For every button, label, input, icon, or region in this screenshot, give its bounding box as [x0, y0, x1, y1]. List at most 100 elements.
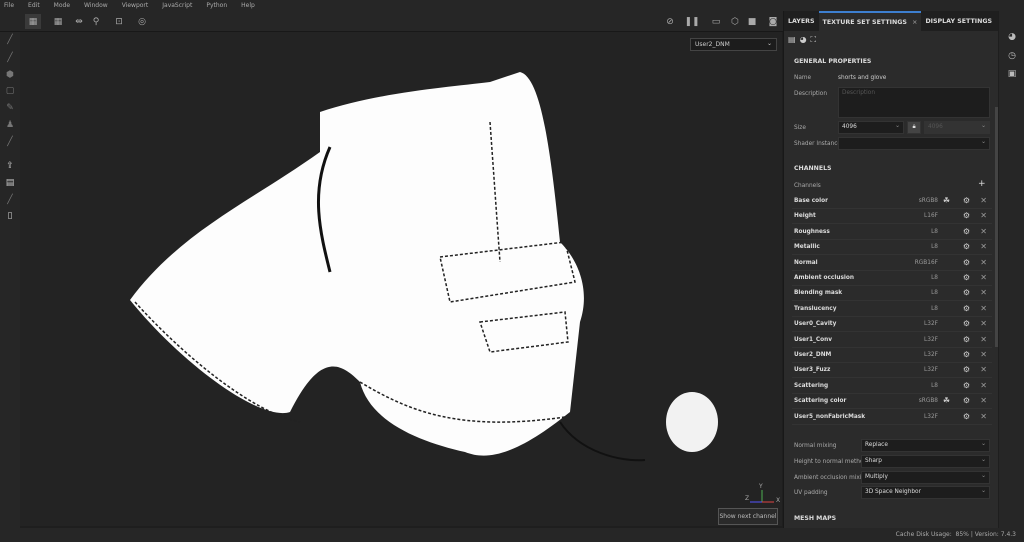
channel-row[interactable]: Normal RGB16F ⚙ ✕: [792, 256, 992, 271]
description-input[interactable]: Description: [838, 87, 990, 118]
gear-icon[interactable]: ⚙: [963, 335, 970, 344]
channel-row[interactable]: User1_Conv L32F ⚙ ✕: [792, 333, 992, 348]
remove-channel-icon[interactable]: ✕: [980, 396, 987, 405]
remove-channel-icon[interactable]: ✕: [980, 365, 987, 374]
remove-channel-icon[interactable]: ✕: [980, 258, 987, 267]
gear-icon[interactable]: ⚙: [963, 227, 970, 236]
add-channel-button[interactable]: +: [978, 179, 986, 189]
remove-channel-icon[interactable]: ✕: [980, 335, 987, 344]
paint-brush-icon[interactable]: ╱: [4, 34, 16, 46]
uv-icon[interactable]: ⛶: [811, 35, 817, 45]
gear-icon[interactable]: ⚙: [963, 350, 970, 359]
screenshot-icon[interactable]: ◙: [765, 14, 781, 29]
pause-icon[interactable]: ❚❚: [684, 14, 700, 29]
gear-icon[interactable]: ⚙: [963, 211, 970, 220]
tab-texture-set-settings[interactable]: TEXTURE SET SETTINGS ×: [818, 11, 922, 31]
color-profile-icon[interactable]: ☘: [943, 396, 950, 405]
menu-mode[interactable]: Mode: [54, 0, 70, 11]
bake-icon[interactable]: ⇪: [4, 160, 16, 172]
channel-format[interactable]: L32F: [924, 321, 938, 327]
color-picker-icon[interactable]: ╱: [4, 136, 16, 148]
gear-icon[interactable]: ⚙: [963, 288, 970, 297]
channel-format[interactable]: L16F: [924, 213, 938, 219]
channel-row[interactable]: Blending mask L8 ⚙ ✕: [792, 286, 992, 302]
lock-icon[interactable]: 🔒︎: [907, 121, 921, 134]
channel-row[interactable]: Scattering L8 ⚙ ✕: [792, 379, 992, 394]
channel-format[interactable]: L8: [931, 244, 938, 250]
channel-row[interactable]: User0_Cavity L32F ⚙ ✕: [792, 317, 992, 333]
camera-frame-icon[interactable]: ▭: [708, 14, 724, 29]
menu-help[interactable]: Help: [241, 0, 255, 11]
channel-format[interactable]: L32F: [924, 337, 938, 343]
remove-channel-icon[interactable]: ✕: [980, 273, 987, 282]
tab-layers[interactable]: LAYERS: [784, 18, 819, 25]
channel-format[interactable]: L32F: [924, 367, 938, 373]
size-select[interactable]: 4096 ⌄: [838, 121, 904, 134]
remove-channel-icon[interactable]: ✕: [980, 211, 987, 220]
channel-row[interactable]: Base color sRGB8 ☘ ⚙ ✕: [792, 194, 992, 209]
mixing-select[interactable]: Replace ⌄: [861, 439, 990, 452]
remove-channel-icon[interactable]: ✕: [980, 227, 987, 236]
remove-channel-icon[interactable]: ✕: [980, 196, 987, 205]
document-icon[interactable]: ▣: [1007, 69, 1017, 79]
menu-javascript[interactable]: JavaScript: [162, 0, 192, 11]
channel-row[interactable]: Ambient occlusion L8 ⚙ ✕: [792, 271, 992, 286]
channel-format[interactable]: RGB16F: [915, 260, 938, 266]
channel-format[interactable]: L8: [931, 275, 938, 281]
channel-row[interactable]: Translucency L8 ⚙ ✕: [792, 302, 992, 317]
document-icon[interactable]: ▯: [4, 210, 16, 222]
remove-channel-icon[interactable]: ✕: [980, 319, 987, 328]
history-icon[interactable]: ◎: [134, 14, 150, 29]
gear-icon[interactable]: ⚙: [963, 319, 970, 328]
gear-icon[interactable]: ⚙: [963, 396, 970, 405]
channel-row[interactable]: Scattering color sRGB8 ☘ ⚙ ✕: [792, 394, 992, 410]
channel-row[interactable]: User5_nonFabricMask L32F ⚙ ✕: [792, 410, 992, 425]
export-icon[interactable]: ▤: [4, 177, 16, 189]
material-icon[interactable]: ◕: [800, 35, 807, 44]
channel-row[interactable]: User2_DNM L32F ⚙ ✕: [792, 348, 992, 363]
smudge-icon[interactable]: ✎: [4, 102, 16, 114]
channel-format[interactable]: L8: [931, 306, 938, 312]
shader-instance-select[interactable]: ⌄: [838, 137, 990, 150]
projection-icon[interactable]: ⬢: [4, 69, 16, 81]
channel-row[interactable]: Height L16F ⚙ ✕: [792, 209, 992, 225]
cube-view-icon[interactable]: ⬡: [727, 14, 743, 29]
channel-row[interactable]: Roughness L8 ⚙ ✕: [792, 225, 992, 240]
color-profile-icon[interactable]: ☘: [943, 196, 950, 205]
channel-format[interactable]: L32F: [924, 414, 938, 420]
gear-icon[interactable]: ⚙: [963, 412, 970, 421]
channel-format[interactable]: L8: [931, 290, 938, 296]
gear-icon[interactable]: ⚙: [963, 365, 970, 374]
grid-options-icon[interactable]: ▦: [50, 14, 66, 29]
geometry-fill-icon[interactable]: ▢: [4, 85, 16, 97]
remove-channel-icon[interactable]: ✕: [980, 412, 987, 421]
eraser-icon[interactable]: ╱: [4, 52, 16, 64]
history-icon[interactable]: ◷: [1007, 51, 1017, 61]
mixing-select[interactable]: Sharp ⌄: [861, 454, 990, 468]
texture-set-icon[interactable]: ▤: [788, 35, 796, 44]
frame-icon[interactable]: ⊡: [111, 14, 127, 29]
environment-icon[interactable]: ◕: [1007, 32, 1017, 42]
mirror-icon[interactable]: ⇹: [71, 14, 87, 29]
symmetry-icon[interactable]: ⚲: [88, 14, 104, 29]
menu-python[interactable]: Python: [206, 0, 227, 11]
channel-format[interactable]: sRGB8: [919, 398, 938, 404]
remove-channel-icon[interactable]: ✕: [980, 242, 987, 251]
name-value[interactable]: shorts and glove: [838, 75, 886, 81]
remove-channel-icon[interactable]: ✕: [980, 288, 987, 297]
mixing-select[interactable]: 3D Space Neighbor ⌄: [861, 486, 990, 500]
menu-window[interactable]: Window: [84, 0, 108, 11]
remove-channel-icon[interactable]: ✕: [980, 381, 987, 390]
remove-channel-icon[interactable]: ✕: [980, 350, 987, 359]
close-icon[interactable]: ×: [909, 19, 917, 26]
gear-icon[interactable]: ⚙: [963, 196, 970, 205]
disable-render-icon[interactable]: ⊘: [662, 14, 678, 29]
menu-file[interactable]: File: [4, 0, 14, 11]
menu-edit[interactable]: Edit: [28, 0, 40, 11]
mixing-select[interactable]: Multiply ⌄: [861, 470, 990, 484]
gear-icon[interactable]: ⚙: [963, 258, 970, 267]
remove-channel-icon[interactable]: ✕: [980, 304, 987, 313]
channel-format[interactable]: sRGB8: [919, 198, 938, 204]
path-icon[interactable]: ╱: [4, 194, 16, 206]
gear-icon[interactable]: ⚙: [963, 304, 970, 313]
